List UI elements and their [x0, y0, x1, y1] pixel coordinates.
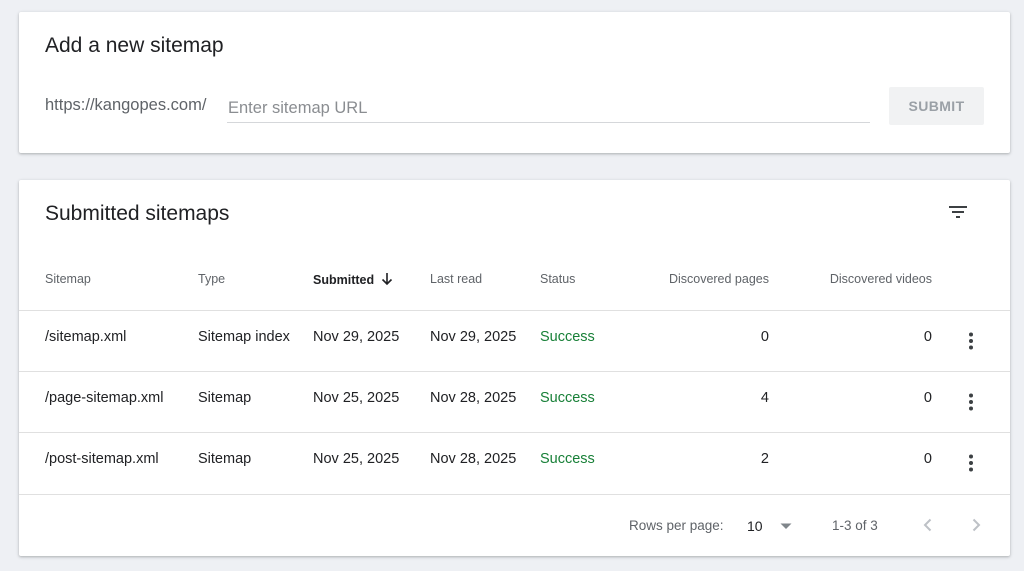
pagination-range: 1-3 of 3 — [832, 518, 878, 533]
sitemap-url-input[interactable] — [227, 94, 870, 123]
column-header-last-read[interactable]: Last read — [430, 272, 482, 286]
cell-type: Sitemap — [198, 451, 252, 467]
column-header-discovered-videos[interactable]: Discovered videos — [782, 272, 932, 286]
cell-discovered-pages: 2 — [760, 451, 769, 467]
cell-sitemap: /sitemap.xml — [45, 329, 127, 345]
add-sitemap-card: Add a new sitemap https://kangopes.com/ … — [19, 12, 1010, 153]
cell-type: Sitemap — [198, 390, 252, 406]
chevron-left-icon — [916, 518, 940, 541]
cell-discovered-videos: 0 — [923, 390, 932, 406]
column-header-status[interactable]: Status — [540, 272, 575, 286]
column-header-sitemap[interactable]: Sitemap — [45, 272, 91, 286]
rows-per-page-value: 10 — [747, 518, 763, 534]
column-header-discovered-pages[interactable]: Discovered pages — [619, 272, 769, 286]
cell-sitemap: /post-sitemap.xml — [45, 451, 159, 467]
cell-discovered-pages: 4 — [760, 390, 769, 406]
more-vert-icon[interactable] — [959, 451, 983, 475]
cell-type: Sitemap index — [198, 329, 290, 345]
cell-discovered-pages: 0 — [760, 329, 769, 345]
chevron-right-icon — [964, 518, 988, 541]
more-vert-icon[interactable] — [959, 390, 983, 414]
add-sitemap-title: Add a new sitemap — [45, 34, 224, 57]
rows-per-page-label: Rows per page: — [629, 518, 724, 533]
cell-submitted: Nov 29, 2025 — [313, 329, 400, 345]
cell-last-read: Nov 29, 2025 — [430, 329, 517, 345]
dropdown-arrow-icon — [779, 519, 793, 538]
submitted-sitemaps-title: Submitted sitemaps — [45, 202, 230, 225]
column-header-type[interactable]: Type — [198, 272, 225, 286]
arrow-down-icon — [380, 272, 394, 289]
submit-button[interactable]: SUBMIT — [889, 87, 984, 125]
cell-submitted: Nov 25, 2025 — [313, 390, 400, 406]
status-badge: Success — [540, 451, 595, 467]
more-vert-icon[interactable] — [959, 329, 983, 353]
status-badge: Success — [540, 329, 595, 345]
column-header-submitted-label: Submitted — [313, 273, 375, 287]
table-row[interactable]: /sitemap.xml Sitemap index Nov 29, 2025 … — [19, 310, 1010, 372]
submitted-sitemaps-card: Submitted sitemaps Sitemap Type Submitte… — [19, 180, 1010, 556]
cell-discovered-videos: 0 — [923, 451, 932, 467]
cell-sitemap: /page-sitemap.xml — [45, 390, 164, 406]
cell-last-read: Nov 28, 2025 — [430, 390, 517, 406]
filter-icon[interactable] — [946, 200, 970, 224]
table-row[interactable]: /post-sitemap.xml Sitemap Nov 25, 2025 N… — [19, 432, 1010, 494]
status-badge: Success — [540, 390, 595, 406]
previous-page-button[interactable] — [916, 513, 940, 537]
sitemap-url-prefix: https://kangopes.com/ — [45, 96, 207, 114]
cell-discovered-videos: 0 — [923, 329, 932, 345]
column-header-submitted[interactable]: Submitted — [313, 272, 394, 289]
next-page-button[interactable] — [964, 513, 988, 537]
table-row[interactable]: /page-sitemap.xml Sitemap Nov 25, 2025 N… — [19, 371, 1010, 433]
cell-submitted: Nov 25, 2025 — [313, 451, 400, 467]
rows-per-page-select[interactable]: 10 — [747, 515, 797, 537]
pagination-footer: Rows per page: 10 1-3 of 3 — [19, 494, 1010, 557]
cell-last-read: Nov 28, 2025 — [430, 451, 517, 467]
